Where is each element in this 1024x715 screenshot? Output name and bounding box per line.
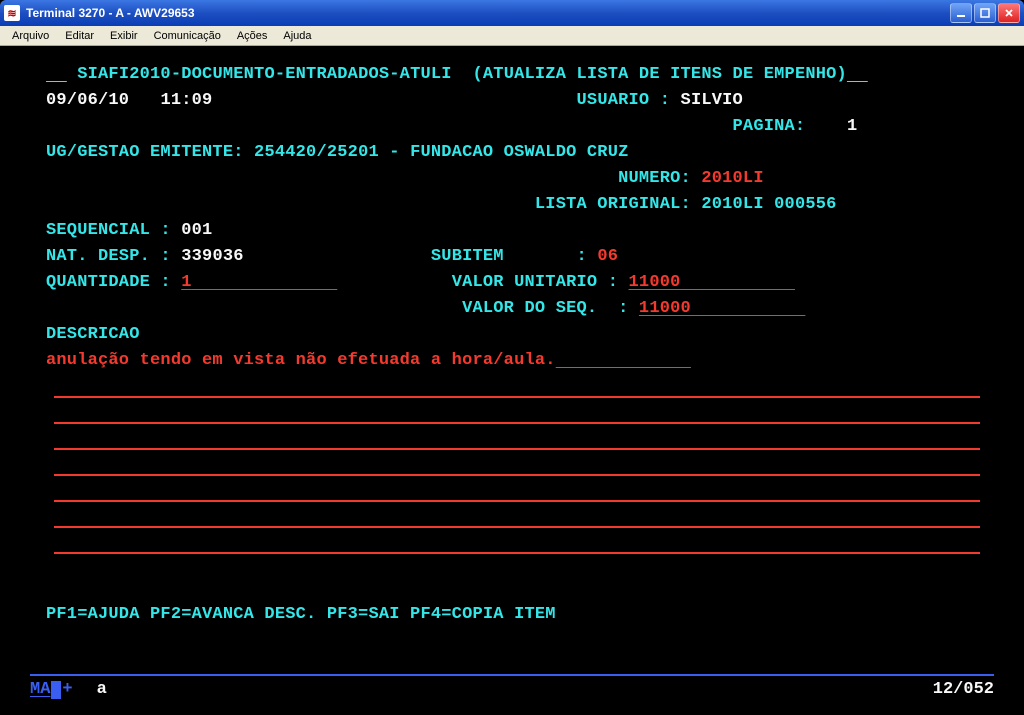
pf-keys-line: PF1=AJUDA PF2=AVANCA DESC. PF3=SAI PF4=C… bbox=[8, 602, 1016, 628]
descricao-field[interactable]: anulação tendo em vista não efetuada a h… bbox=[8, 348, 1016, 374]
menu-acoes[interactable]: Ações bbox=[229, 28, 276, 44]
titlebar[interactable]: ≋ Terminal 3270 - A - AWV29653 bbox=[0, 0, 1024, 26]
nat-line: NAT. DESP. : 339036 SUBITEM : 06 bbox=[8, 244, 1016, 270]
desc-empty-line-5[interactable] bbox=[54, 500, 980, 502]
desc-empty-line-4[interactable] bbox=[54, 474, 980, 476]
valor-unitario-field[interactable]: 11000 bbox=[629, 273, 795, 292]
header-line: SIAFI2010-DOCUMENTO-ENTRADADOS-ATULI (AT… bbox=[8, 62, 1016, 88]
menu-editar[interactable]: Editar bbox=[57, 28, 102, 44]
menu-arquivo[interactable]: Arquivo bbox=[4, 28, 57, 44]
desc-empty-line-6[interactable] bbox=[54, 526, 980, 528]
menu-exibir[interactable]: Exibir bbox=[102, 28, 146, 44]
valor-seq-field[interactable]: 11000 bbox=[639, 299, 805, 318]
pagina-line: PAGINA: 1 bbox=[8, 114, 1016, 140]
terminal-screen[interactable]: SIAFI2010-DOCUMENTO-ENTRADADOS-ATULI (AT… bbox=[0, 46, 1024, 715]
quant-line: QUANTIDADE : 1 VALOR UNITARIO : 11000 bbox=[8, 270, 1016, 296]
window-title: Terminal 3270 - A - AWV29653 bbox=[26, 6, 950, 20]
desc-empty-line-3[interactable] bbox=[54, 448, 980, 450]
cursor-position: 12/052 bbox=[933, 680, 994, 699]
quantidade-field[interactable]: 1 bbox=[181, 273, 337, 292]
desc-empty-line-1[interactable] bbox=[54, 396, 980, 398]
status-a: a bbox=[97, 680, 107, 699]
maximize-button[interactable] bbox=[974, 3, 996, 23]
status-plus: + bbox=[62, 680, 72, 699]
close-button[interactable] bbox=[998, 3, 1020, 23]
menu-comunicacao[interactable]: Comunicação bbox=[146, 28, 229, 44]
valseq-line: VALOR DO SEQ. : 11000 bbox=[8, 296, 1016, 322]
desc-label-line: DESCRICAO bbox=[8, 322, 1016, 348]
terminal-window: ≋ Terminal 3270 - A - AWV29653 Arquivo E… bbox=[0, 0, 1024, 715]
menubar: Arquivo Editar Exibir Comunicação Ações … bbox=[0, 26, 1024, 46]
ug-line: UG/GESTAO EMITENTE: 254420/25201 - FUNDA… bbox=[8, 140, 1016, 166]
date-line: 09/06/10 11:09 USUARIO : SILVIO bbox=[8, 88, 1016, 114]
status-bar: MA + a 12/052 bbox=[30, 674, 994, 699]
seq-line: SEQUENCIAL : 001 bbox=[8, 218, 1016, 244]
status-cursor bbox=[51, 681, 61, 699]
minimize-button[interactable] bbox=[950, 3, 972, 23]
desc-empty-line-2[interactable] bbox=[54, 422, 980, 424]
lista-line: LISTA ORIGINAL: 2010LI 000556 bbox=[8, 192, 1016, 218]
numero-line: NUMERO: 2010LI bbox=[8, 166, 1016, 192]
status-ma: MA bbox=[30, 680, 50, 699]
java-icon: ≋ bbox=[4, 5, 20, 21]
menu-ajuda[interactable]: Ajuda bbox=[275, 28, 319, 44]
